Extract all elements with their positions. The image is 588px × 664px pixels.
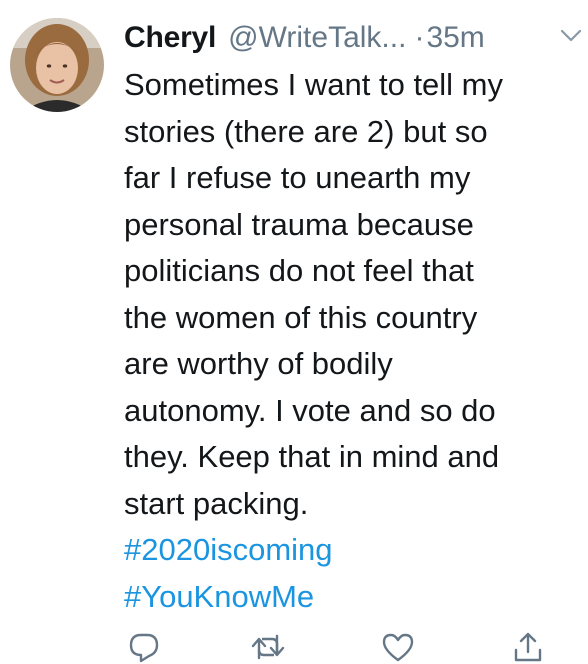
tweet-text-line: far I refuse to unearth my <box>124 160 471 195</box>
tweet-actions <box>124 630 554 664</box>
avatar[interactable] <box>10 18 104 112</box>
share-icon[interactable] <box>510 630 546 664</box>
author-handle[interactable]: @WriteTalk... <box>228 21 406 55</box>
tweet-header: Cheryl @WriteTalk... · 35m <box>124 16 584 60</box>
separator-dot: · <box>414 21 425 54</box>
author-name[interactable]: Cheryl <box>124 21 216 55</box>
reply-icon[interactable] <box>126 630 162 664</box>
hashtag-link[interactable]: #YouKnowMe <box>124 574 574 621</box>
tweet-text-line: start packing. <box>124 485 309 521</box>
tweet-text-line: autonomy. I vote and so do <box>124 392 496 428</box>
tweet-text-line: the women of this country <box>124 299 478 335</box>
tweet-text-line: politicians do not feel that <box>124 253 474 288</box>
tweet-text-line: personal trauma because <box>124 206 474 242</box>
like-icon[interactable] <box>380 630 416 664</box>
tweet-text: Sometimes I want to tell my stories (the… <box>124 62 574 620</box>
tweet-text-line: are worthy of bodily <box>124 346 393 381</box>
tweet-text-line: Sometimes I want to tell my <box>124 67 504 102</box>
tweet-text-line: stories (there are 2) but so <box>124 113 488 149</box>
avatar-photo <box>10 18 104 112</box>
retweet-icon[interactable] <box>250 630 286 664</box>
timestamp[interactable]: 35m <box>426 21 484 55</box>
tweet-text-line: they. Keep that in mind and <box>124 439 500 474</box>
chevron-down-icon[interactable] <box>560 28 582 44</box>
hashtag-link[interactable]: #2020iscoming <box>124 527 574 574</box>
